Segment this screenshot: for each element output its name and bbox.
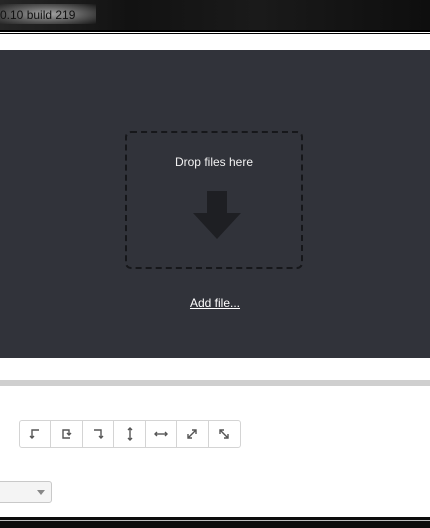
drop-target[interactable]: Drop files here <box>125 131 303 269</box>
rotate-right-button[interactable] <box>83 421 115 447</box>
rotate-back-button[interactable] <box>51 421 83 447</box>
flip-horizontal-icon <box>153 431 168 437</box>
down-arrow-icon <box>207 191 227 213</box>
flip-vertical-icon <box>127 427 133 441</box>
window-bottom-border <box>0 517 430 528</box>
window-title: 0.10 build 219 <box>0 8 76 22</box>
title-bar: 0.10 build 219 <box>0 0 430 32</box>
transform-toolbar <box>19 420 241 448</box>
shrink-button[interactable] <box>209 421 240 447</box>
shrink-diagonal-icon <box>219 429 230 439</box>
add-file-link[interactable]: Add file... <box>0 296 430 310</box>
rotate-left-button[interactable] <box>20 421 52 447</box>
rotate-left-icon <box>29 429 40 439</box>
options-select[interactable] <box>0 481 52 503</box>
rotate-right-icon <box>94 429 104 439</box>
dropzone-panel[interactable]: Drop files here Add file... <box>0 50 430 358</box>
down-arrow-head-icon <box>193 213 241 239</box>
expand-diagonal-icon <box>187 429 198 439</box>
expand-button[interactable] <box>177 421 209 447</box>
chevron-down-icon <box>37 490 45 495</box>
rotate-back-icon <box>61 429 72 439</box>
section-separator <box>0 380 430 386</box>
flip-horizontal-button[interactable] <box>146 421 178 447</box>
title-divider <box>0 33 430 34</box>
drop-files-label: Drop files here <box>174 155 254 169</box>
flip-vertical-button[interactable] <box>114 421 146 447</box>
